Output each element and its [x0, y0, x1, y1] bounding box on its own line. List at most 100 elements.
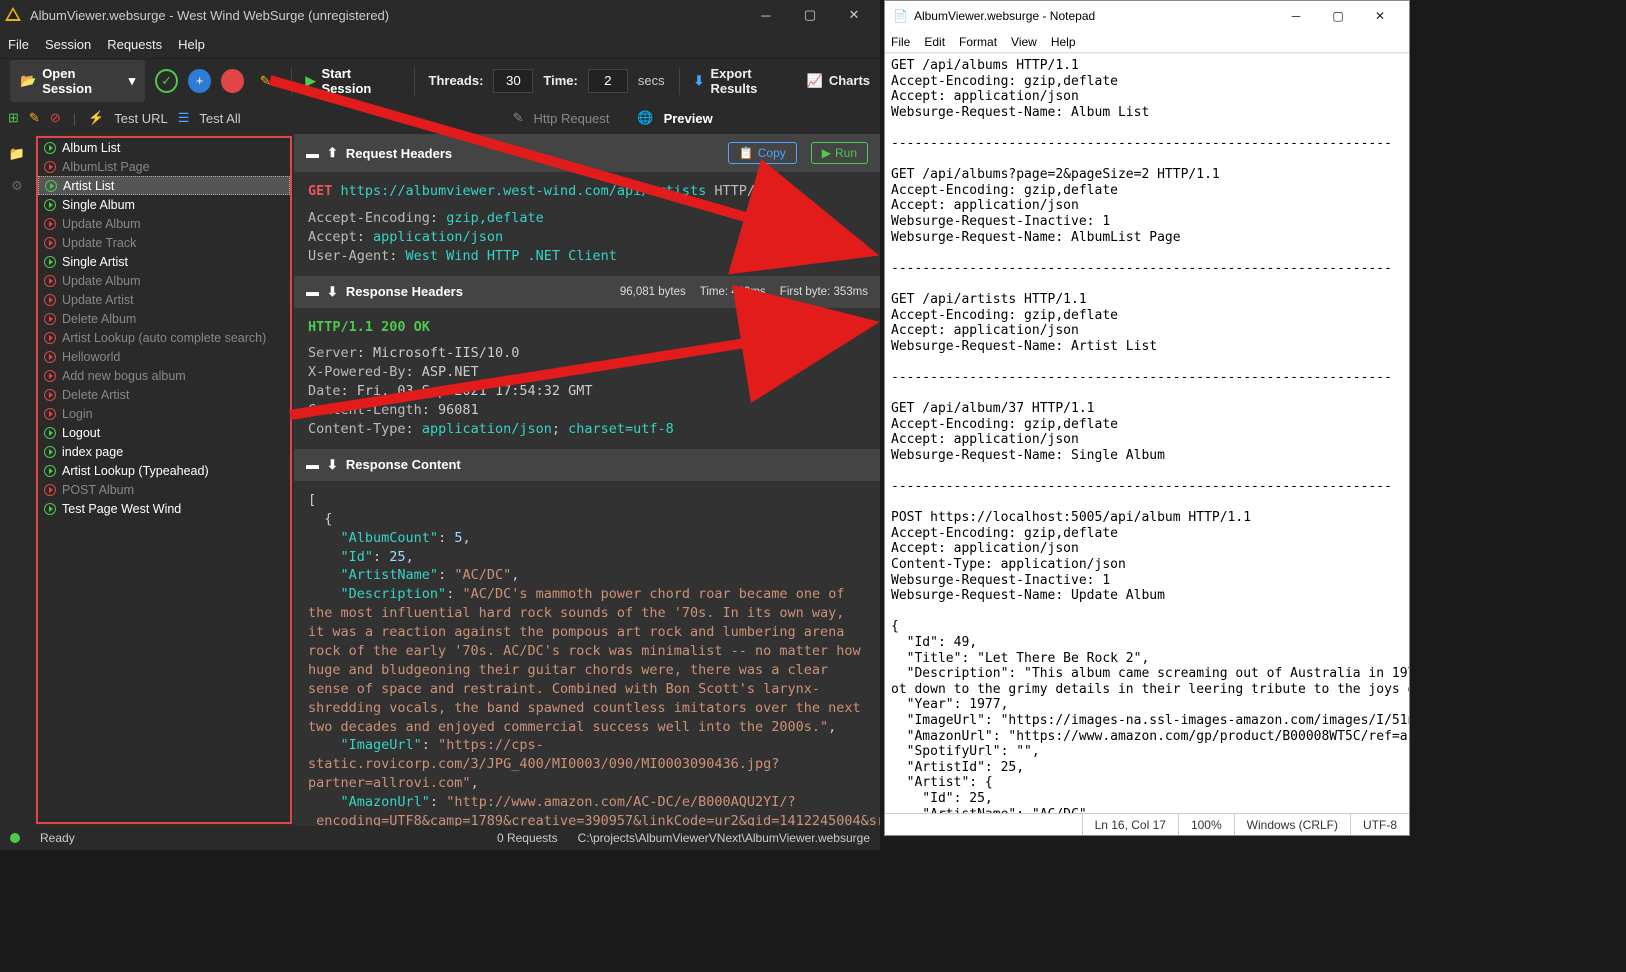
globe-icon: 🌐 [637, 110, 653, 126]
sidebar-item-label: Update Album [62, 217, 141, 231]
run-button[interactable]: ▶ Run [811, 142, 868, 164]
notepad-icon: 📄 [893, 9, 908, 23]
record-icon[interactable] [221, 69, 244, 93]
minimize-button[interactable]: ─ [1275, 2, 1317, 30]
np-menu-help[interactable]: Help [1051, 35, 1076, 49]
sidebar-item[interactable]: Login [38, 404, 290, 423]
firstbyte-label: First byte: 353ms [780, 286, 868, 298]
copy-button[interactable]: 📋 Copy [728, 142, 797, 164]
edit-icon[interactable]: ✎ [254, 69, 277, 93]
status-dot-icon [44, 351, 56, 363]
statusbar: Ready 0 Requests C:\projects\AlbumViewer… [0, 826, 880, 850]
test-all-button[interactable]: Test All [199, 111, 240, 126]
sidebar-item[interactable]: Update Album [38, 271, 290, 290]
sidebar-item[interactable]: Artist Lookup (Typeahead) [38, 461, 290, 480]
sidebar-item[interactable]: POST Album [38, 480, 290, 499]
time-input[interactable] [588, 69, 628, 93]
sidebar-item-label: Helloworld [62, 350, 120, 364]
menu-session[interactable]: Session [45, 37, 91, 52]
charts-button[interactable]: 📈 Charts [807, 73, 870, 89]
menu-requests[interactable]: Requests [107, 37, 162, 52]
add-small-icon[interactable]: ⊞ [8, 110, 19, 126]
sidebar-item[interactable]: Album List [38, 138, 290, 157]
toolbar: 📂 Open Session ▾ ✓ + ✎ ▶ Start Session T… [0, 58, 880, 102]
status-dot-icon [44, 332, 56, 344]
sidebar-item[interactable]: Test Page West Wind [38, 499, 290, 518]
status-dot-icon [44, 370, 56, 382]
preview-tab[interactable]: Preview [664, 111, 713, 126]
sidebar-item-label: Test Page West Wind [62, 502, 181, 516]
sidebar-item-label: Login [62, 407, 93, 421]
http-request-tab[interactable]: Http Request [534, 111, 610, 126]
status-dot-icon [44, 161, 56, 173]
check-icon[interactable]: ✓ [155, 69, 178, 93]
sidebar-item-label: Update Artist [62, 293, 134, 307]
sidebar-item-label: Update Track [62, 236, 136, 250]
sidebar-item[interactable]: index page [38, 442, 290, 461]
sidebar-item[interactable]: AlbumList Page [38, 157, 290, 176]
request-sidebar: Album List AlbumList PageArtist List Singl… [36, 136, 292, 824]
delete-small-icon[interactable]: ⊘ [50, 110, 61, 126]
status-dot-icon [44, 294, 56, 306]
sidebar-item[interactable]: Helloworld [38, 347, 290, 366]
response-content-section[interactable]: ▬ ⬇ Response Content [294, 449, 880, 481]
status-dot-icon [44, 275, 56, 287]
upload-icon: ⬆ [327, 145, 338, 161]
export-results-button[interactable]: ⬇ Export Results [694, 66, 797, 96]
menu-file[interactable]: File [8, 37, 29, 52]
notepad-statusbar: Ln 16, Col 17 100% Windows (CRLF) UTF-8 [885, 813, 1409, 835]
open-session-button[interactable]: 📂 Open Session ▾ [10, 60, 145, 102]
sidebar-item-label: Single Artist [62, 255, 128, 269]
status-path: C:\projects\AlbumViewerVNext\AlbumViewer… [578, 831, 870, 845]
menu-help[interactable]: Help [178, 37, 205, 52]
sidebar-item[interactable]: Delete Album [38, 309, 290, 328]
folder-icon[interactable]: 📁 [7, 144, 27, 164]
np-status-eol: Windows (CRLF) [1234, 814, 1350, 835]
sidebar-item-label: Single Album [62, 198, 135, 212]
request-headers-body: GET https://albumviewer.west-wind.com/ap… [294, 172, 880, 276]
chart-icon: 📈 [807, 73, 823, 89]
notepad-menubar: File Edit Format View Help [885, 31, 1409, 53]
sidebar-item[interactable]: Artist List [38, 176, 290, 195]
collapse-icon: ▬ [306, 284, 319, 299]
status-dot-icon [44, 237, 56, 249]
notepad-title: AlbumViewer.websurge - Notepad [914, 9, 1095, 23]
np-menu-file[interactable]: File [891, 35, 910, 49]
notepad-app: 📄 AlbumViewer.websurge - Notepad ─ ▢ ✕ F… [884, 0, 1410, 836]
notepad-body[interactable]: GET /api/albums HTTP/1.1 Accept-Encoding… [885, 53, 1409, 813]
minimize-button[interactable]: ─ [744, 0, 788, 30]
sidebar-item[interactable]: Update Track [38, 233, 290, 252]
sidebar-item-label: index page [62, 445, 123, 459]
np-menu-format[interactable]: Format [959, 35, 997, 49]
edit-small-icon[interactable]: ✎ [29, 110, 40, 126]
request-headers-section[interactable]: ▬ ⬆ Request Headers 📋 Copy ▶ Run [294, 134, 880, 172]
response-headers-section[interactable]: ▬ ⬇ Response Headers 96,081 bytes Time: … [294, 276, 880, 308]
np-menu-view[interactable]: View [1011, 35, 1037, 49]
gear-icon[interactable]: ⚙ [7, 176, 27, 196]
test-url-button[interactable]: Test URL [114, 111, 167, 126]
menubar: File Session Requests Help [0, 30, 880, 58]
sidebar-item[interactable]: Single Artist [38, 252, 290, 271]
sidebar-item[interactable]: Update Artist [38, 290, 290, 309]
close-button[interactable]: ✕ [832, 0, 876, 30]
sidebar-item[interactable]: Single Album [38, 195, 290, 214]
status-dot-icon [44, 142, 56, 154]
sidebar-item-label: Artist Lookup (auto complete search) [62, 331, 266, 345]
sidebar-item[interactable]: Artist Lookup (auto complete search) [38, 328, 290, 347]
add-icon[interactable]: + [188, 69, 211, 93]
sidebar-item-label: Add new bogus album [62, 369, 186, 383]
maximize-button[interactable]: ▢ [1317, 2, 1359, 30]
sidebar-item-label: Album List [62, 141, 120, 155]
sidebar-item[interactable]: Add new bogus album [38, 366, 290, 385]
sidebar-item[interactable]: Update Album [38, 214, 290, 233]
maximize-button[interactable]: ▢ [788, 0, 832, 30]
status-dot-icon [44, 256, 56, 268]
time-label: Time: [543, 73, 577, 88]
sidebar-item[interactable]: Delete Artist [38, 385, 290, 404]
close-button[interactable]: ✕ [1359, 2, 1401, 30]
threads-input[interactable] [493, 69, 533, 93]
status-dot-icon [44, 465, 56, 477]
np-menu-edit[interactable]: Edit [924, 35, 945, 49]
start-session-button[interactable]: ▶ Start Session [306, 66, 400, 96]
sidebar-item[interactable]: Logout [38, 423, 290, 442]
